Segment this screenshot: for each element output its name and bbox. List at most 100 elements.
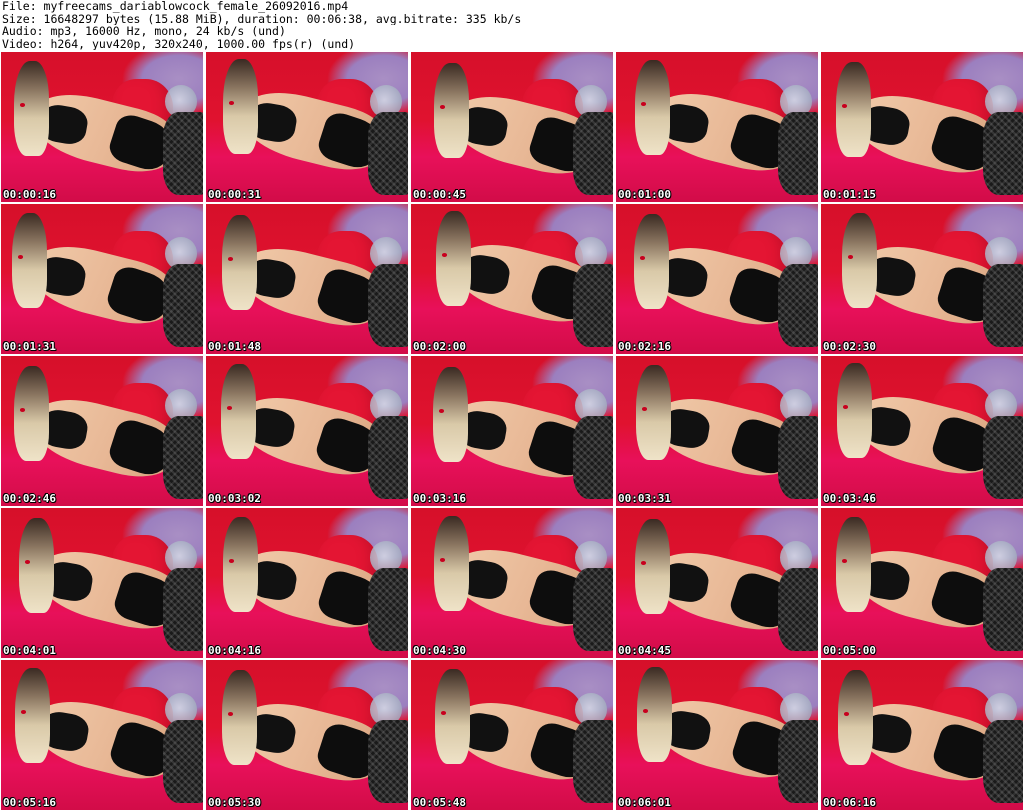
- frame-timestamp: 00:03:46: [823, 492, 876, 505]
- lace-stocking: [777, 720, 818, 803]
- lace-stocking: [367, 112, 408, 195]
- person-figure: [631, 365, 801, 497]
- lace-stocking: [367, 416, 408, 499]
- frame-timestamp: 00:03:16: [413, 492, 466, 505]
- lace-stocking: [572, 112, 613, 195]
- frame-timestamp: 00:04:01: [3, 644, 56, 657]
- lace-stocking: [572, 568, 613, 651]
- video-frame-thumbnail: 00:00:31: [206, 52, 408, 202]
- video-frame-thumbnail: 00:05:00: [821, 508, 1023, 658]
- frame-timestamp: 00:05:00: [823, 644, 876, 657]
- video-frame-thumbnail: 00:05:48: [411, 660, 613, 810]
- figure-hair: [432, 367, 468, 463]
- person-figure: [428, 367, 598, 499]
- person-figure: [632, 667, 802, 799]
- person-figure: [218, 517, 388, 649]
- person-figure: [833, 670, 1003, 802]
- video-frame-thumbnail: 00:02:16: [616, 204, 818, 354]
- frame-timestamp: 00:03:02: [208, 492, 261, 505]
- figure-hair: [633, 214, 669, 310]
- frame-timestamp: 00:01:15: [823, 188, 876, 201]
- audio-info-line: Audio: mp3, 16000 Hz, mono, 24 kb/s (und…: [2, 25, 286, 38]
- video-frame-thumbnail: 00:02:00: [411, 204, 613, 354]
- person-figure: [630, 60, 800, 192]
- frame-timestamp: 00:05:16: [3, 796, 56, 809]
- video-frame-thumbnail: 00:01:00: [616, 52, 818, 202]
- frame-timestamp: 00:02:46: [3, 492, 56, 505]
- frame-timestamp: 00:05:30: [208, 796, 261, 809]
- person-figure: [429, 516, 599, 648]
- figure-hair: [835, 517, 871, 613]
- figure-hair: [634, 519, 670, 615]
- frame-timestamp: 00:04:30: [413, 644, 466, 657]
- frame-timestamp: 00:01:48: [208, 340, 261, 353]
- lace-stocking: [162, 720, 203, 803]
- frame-timestamp: 00:00:31: [208, 188, 261, 201]
- figure-hair: [433, 516, 469, 612]
- file-name-line: File: myfreecams_dariablowcock_female_26…: [2, 0, 349, 13]
- figure-hair: [435, 211, 471, 307]
- figure-hair: [221, 215, 257, 311]
- figure-hair: [835, 62, 871, 158]
- frame-timestamp: 00:01:31: [3, 340, 56, 353]
- person-figure: [629, 214, 799, 346]
- frame-timestamp: 00:06:01: [618, 796, 671, 809]
- video-frame-thumbnail: 00:00:16: [1, 52, 203, 202]
- figure-hair: [221, 670, 257, 766]
- person-figure: [429, 63, 599, 195]
- video-frame-thumbnail: 00:04:30: [411, 508, 613, 658]
- figure-hair: [13, 61, 49, 157]
- frame-timestamp: 00:03:31: [618, 492, 671, 505]
- video-frame-thumbnail: 00:06:16: [821, 660, 1023, 810]
- person-figure: [430, 669, 600, 801]
- person-figure: [831, 62, 1001, 194]
- figure-hair: [636, 667, 672, 763]
- frame-timestamp: 00:02:16: [618, 340, 671, 353]
- video-frame-thumbnail: 00:04:01: [1, 508, 203, 658]
- video-frame-thumbnail: 00:01:15: [821, 52, 1023, 202]
- video-frame-thumbnail: 00:03:02: [206, 356, 408, 506]
- lace-stocking: [367, 568, 408, 651]
- video-frame-thumbnail: 00:00:45: [411, 52, 613, 202]
- file-size-line: Size: 16648297 bytes (15.88 MiB), durati…: [2, 12, 522, 25]
- video-frame-thumbnail: 00:04:16: [206, 508, 408, 658]
- person-figure: [9, 61, 179, 193]
- frame-timestamp: 00:00:16: [3, 188, 56, 201]
- video-frame-thumbnail: 00:04:45: [616, 508, 818, 658]
- lace-stocking: [777, 112, 818, 195]
- lace-stocking: [982, 112, 1023, 195]
- person-figure: [216, 364, 386, 496]
- figure-hair: [635, 365, 671, 461]
- video-frame-thumbnail: 00:05:16: [1, 660, 203, 810]
- file-info-header: File: myfreecams_dariablowcock_female_26…: [0, 0, 1024, 52]
- lace-stocking: [777, 264, 818, 347]
- person-figure: [630, 519, 800, 651]
- person-figure: [217, 215, 387, 347]
- video-frame-thumbnail: 00:06:01: [616, 660, 818, 810]
- person-figure: [218, 59, 388, 191]
- frame-timestamp: 00:04:16: [208, 644, 261, 657]
- lace-stocking: [162, 416, 203, 499]
- frame-timestamp: 00:05:48: [413, 796, 466, 809]
- lace-stocking: [572, 416, 613, 499]
- figure-hair: [11, 213, 47, 309]
- person-figure: [837, 213, 1007, 345]
- video-frame-thumbnail: 00:02:30: [821, 204, 1023, 354]
- video-frame-thumbnail: 00:02:46: [1, 356, 203, 506]
- person-figure: [10, 668, 180, 800]
- frame-timestamp: 00:04:45: [618, 644, 671, 657]
- person-figure: [217, 670, 387, 802]
- lace-stocking: [982, 416, 1023, 499]
- lace-stocking: [572, 264, 613, 347]
- person-figure: [7, 213, 177, 345]
- lace-stocking: [777, 568, 818, 651]
- lace-stocking: [162, 264, 203, 347]
- lace-stocking: [162, 112, 203, 195]
- lace-stocking: [777, 416, 818, 499]
- person-figure: [831, 517, 1001, 649]
- frame-timestamp: 00:06:16: [823, 796, 876, 809]
- contact-sheet: File: myfreecams_dariablowcock_female_26…: [0, 0, 1024, 811]
- frame-timestamp: 00:01:00: [618, 188, 671, 201]
- video-info-line: Video: h264, yuv420p, 320x240, 1000.00 f…: [2, 37, 356, 50]
- lace-stocking: [982, 568, 1023, 651]
